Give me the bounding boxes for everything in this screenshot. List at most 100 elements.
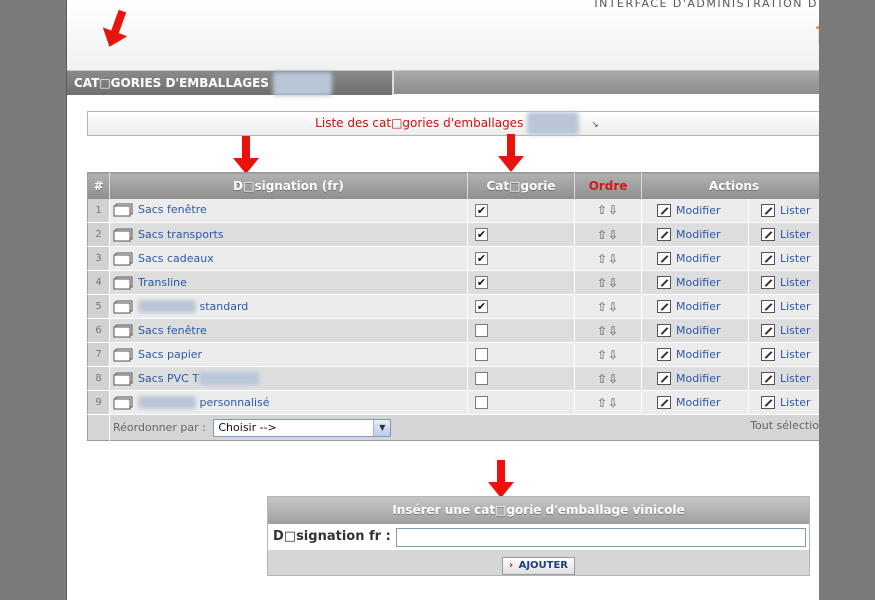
row-category: ✔ bbox=[467, 222, 575, 247]
col-header-order[interactable]: Ordre bbox=[574, 172, 642, 199]
modify-link[interactable]: Modifier bbox=[676, 228, 720, 241]
list-link[interactable]: Lister bbox=[780, 324, 811, 337]
edit-icon[interactable] bbox=[657, 396, 671, 410]
footer-controls: Réordonner par : Choisir --> ▼ Tout séle… bbox=[109, 414, 819, 441]
order-arrows-icon[interactable]: ⇧⇩ bbox=[597, 372, 619, 386]
folder-icon bbox=[113, 348, 133, 361]
list-link[interactable]: Lister bbox=[780, 204, 811, 217]
list-header-label: Liste des cat□gories d'emballages bbox=[315, 116, 524, 130]
col-header-designation[interactable]: D□signation (fr) bbox=[109, 172, 468, 199]
row-designation-link[interactable]: Transline bbox=[138, 276, 187, 289]
insert-form-footer: › AJOUTER bbox=[268, 550, 809, 575]
row-designation: Emballage personnalisé bbox=[109, 390, 468, 415]
admin-page: INTERFACE D'ADMINISTRATION D f CAT□GORIE… bbox=[66, 0, 819, 600]
edit-icon[interactable] bbox=[657, 276, 671, 290]
modify-link[interactable]: Modifier bbox=[676, 324, 720, 337]
row-designation-link[interactable]: Sacs cadeaux bbox=[138, 252, 214, 265]
row-designation-link[interactable]: Sacs fenêtre bbox=[138, 324, 207, 337]
edit-icon[interactable] bbox=[761, 276, 775, 290]
edit-icon[interactable] bbox=[657, 252, 671, 266]
modify-link[interactable]: Modifier bbox=[676, 252, 720, 265]
modify-link[interactable]: Modifier bbox=[676, 300, 720, 313]
category-checkbox[interactable]: ✔ bbox=[475, 228, 488, 242]
modify-link[interactable]: Modifier bbox=[676, 204, 720, 217]
edit-icon[interactable] bbox=[657, 324, 671, 338]
section-title-text: CAT□GORIES D'EMBALLAGES bbox=[74, 76, 269, 90]
modify-link[interactable]: Modifier bbox=[676, 372, 720, 385]
row-designation-link[interactable]: Sacs papier bbox=[138, 348, 202, 361]
order-arrows-icon[interactable]: ⇧⇩ bbox=[597, 324, 619, 338]
list-link[interactable]: Lister bbox=[780, 276, 811, 289]
order-arrows-icon[interactable]: ⇧⇩ bbox=[597, 276, 619, 290]
row-designation: Sacs transports bbox=[109, 222, 468, 247]
order-arrows-icon[interactable]: ⇧⇩ bbox=[597, 348, 619, 362]
row-modify: Modifier bbox=[641, 246, 749, 271]
table-row: 9Emballage personnalisé⇧⇩ModifierLister bbox=[87, 390, 819, 415]
order-arrows-icon[interactable]: ⇧⇩ bbox=[597, 396, 619, 410]
edit-icon[interactable] bbox=[761, 228, 775, 242]
row-label-blurred: ransparent bbox=[199, 372, 260, 385]
table-row: 4 Transline ✔ ⇧⇩ Modifier Lister bbox=[87, 270, 819, 295]
list-link[interactable]: Lister bbox=[780, 228, 811, 241]
row-order: ⇧⇩ bbox=[574, 390, 642, 415]
category-checkbox[interactable]: ✔ bbox=[475, 276, 488, 290]
select-all-link[interactable]: Tout sélection bbox=[750, 419, 819, 432]
row-designation-link[interactable]: Sacs fenêtre bbox=[138, 203, 207, 216]
row-number: 8 bbox=[87, 366, 110, 391]
edit-icon[interactable] bbox=[761, 348, 775, 362]
col-header-actions: Actions bbox=[641, 172, 819, 199]
category-checkbox[interactable] bbox=[475, 324, 488, 338]
red-arrow-icon bbox=[488, 460, 514, 498]
col-header-category[interactable]: Cat□gorie bbox=[467, 172, 575, 199]
category-checkbox[interactable]: ✔ bbox=[475, 204, 488, 217]
edit-icon[interactable] bbox=[657, 228, 671, 242]
red-arrow-icon bbox=[233, 136, 259, 174]
order-arrows-icon[interactable]: ⇧⇩ bbox=[597, 203, 619, 217]
order-arrows-icon[interactable]: ⇧⇩ bbox=[597, 300, 619, 314]
edit-icon[interactable] bbox=[761, 324, 775, 338]
folder-icon bbox=[113, 276, 133, 289]
modify-link[interactable]: Modifier bbox=[676, 396, 720, 409]
edit-icon[interactable] bbox=[657, 300, 671, 314]
check-mark-icon: ✔ bbox=[476, 252, 487, 266]
list-link[interactable]: Lister bbox=[780, 348, 811, 361]
modify-link[interactable]: Modifier bbox=[676, 348, 720, 361]
row-designation-link[interactable]: Sacs PVC T bbox=[138, 372, 199, 385]
modify-link[interactable]: Modifier bbox=[676, 276, 720, 289]
row-designation-link[interactable]: Sacs transports bbox=[138, 228, 224, 241]
list-header-link[interactable]: Liste des cat□gories d'emballages vinico… bbox=[87, 111, 819, 136]
edit-icon[interactable] bbox=[761, 300, 775, 314]
list-link[interactable]: Lister bbox=[780, 252, 811, 265]
list-link[interactable]: Lister bbox=[780, 300, 811, 313]
edit-icon[interactable] bbox=[657, 348, 671, 362]
table-row: 3 Sacs cadeaux ✔ ⇧⇩ Modifier Lister bbox=[87, 246, 819, 271]
row-designation: Sacs cadeaux bbox=[109, 246, 468, 271]
category-checkbox[interactable] bbox=[475, 372, 488, 386]
add-button[interactable]: › AJOUTER bbox=[501, 557, 576, 575]
designation-input[interactable] bbox=[396, 528, 806, 547]
folder-icon bbox=[113, 203, 133, 217]
reorder-select[interactable]: Choisir --> ▼ bbox=[213, 418, 392, 437]
table-row: 8 Sacs PVC Transparent ⇧⇩ Modifier Lister bbox=[87, 366, 819, 391]
reorder-select-value: Choisir --> bbox=[218, 420, 277, 434]
folder-icon bbox=[113, 300, 133, 313]
row-modify: Modifier bbox=[641, 342, 749, 367]
edit-icon[interactable] bbox=[657, 204, 671, 217]
order-arrows-icon[interactable]: ⇧⇩ bbox=[597, 228, 619, 242]
edit-icon[interactable] bbox=[657, 372, 671, 386]
edit-icon[interactable] bbox=[761, 372, 775, 386]
edit-icon[interactable] bbox=[761, 396, 775, 410]
chevron-down-icon[interactable]: ▼ bbox=[373, 419, 391, 436]
row-designation-link[interactable]: standard bbox=[200, 300, 249, 313]
category-checkbox[interactable] bbox=[475, 396, 488, 410]
category-checkbox[interactable] bbox=[475, 348, 488, 362]
category-checkbox[interactable]: ✔ bbox=[475, 252, 488, 266]
row-designation-link[interactable]: personnalisé bbox=[200, 396, 270, 409]
edit-icon[interactable] bbox=[761, 252, 775, 266]
order-arrows-icon[interactable]: ⇧⇩ bbox=[597, 252, 619, 266]
check-mark-icon: ✔ bbox=[476, 204, 487, 217]
edit-icon[interactable] bbox=[761, 204, 775, 217]
list-link[interactable]: Lister bbox=[780, 372, 811, 385]
category-checkbox[interactable]: ✔ bbox=[475, 300, 488, 314]
list-link[interactable]: Lister bbox=[780, 396, 811, 409]
